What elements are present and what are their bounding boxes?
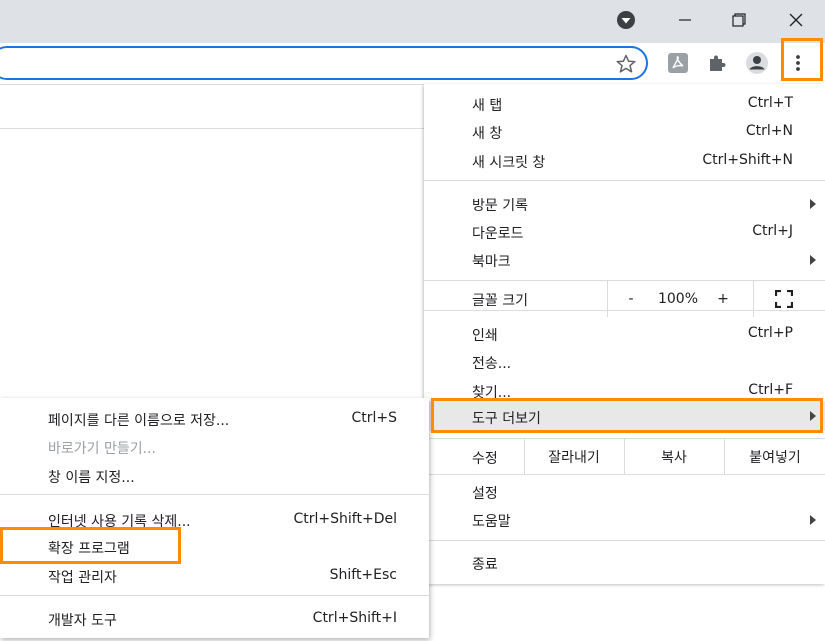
cut-button[interactable]: 잘라내기 (525, 439, 623, 475)
fullscreen-button[interactable] (764, 281, 804, 317)
address-bar[interactable] (0, 46, 648, 80)
menu-item-label: 북마크 (472, 254, 511, 270)
minimize-icon (679, 19, 691, 21)
highlight-more-tools (431, 398, 823, 433)
fullscreen-icon (775, 290, 793, 308)
menu-history[interactable]: 방문 기록 (424, 190, 825, 218)
menu-item-shortcut: Ctrl+F (748, 382, 793, 398)
menu-item-shortcut: Ctrl+P (747, 325, 793, 341)
menu-item-label: 바로가기 만들기... (48, 441, 156, 457)
menu-downloads[interactable]: 다운로드 Ctrl+J (424, 218, 825, 246)
menu-item-label: 인쇄 (472, 328, 498, 344)
menu-edit-row: 수정 잘라내기 복사 붙여넣기 (424, 439, 825, 475)
restore-button[interactable] (710, 0, 768, 40)
menu-column-divider (753, 281, 754, 317)
title-bar (0, 0, 825, 43)
menu-separator (0, 494, 429, 495)
submenu-create-shortcut: 바로가기 만들기... (0, 433, 429, 461)
menu-item-shortcut: Ctrl+Shift+Del (293, 511, 397, 527)
menu-item-label: 새 창 (472, 126, 503, 142)
menu-separator (424, 540, 825, 541)
submenu-save-page[interactable]: 페이지를 다른 이름으로 저장... Ctrl+S (0, 405, 429, 433)
copy-button[interactable]: 복사 (625, 439, 723, 475)
minimize-button[interactable] (656, 0, 714, 40)
submenu-task-manager[interactable]: 작업 관리자 Shift+Esc (0, 562, 429, 590)
menu-item-label: 설정 (472, 486, 498, 502)
submenu-arrow-icon (810, 255, 816, 265)
menu-item-label: 새 탭 (472, 98, 503, 114)
chrome-main-menu: 새 탭 Ctrl+T 새 창 Ctrl+N 새 시크릿 창 Ctrl+Shift+N … (424, 84, 825, 584)
edit-label: 수정 (472, 451, 498, 467)
menu-item-label: 도움말 (472, 514, 511, 530)
acrobat-extension-button[interactable] (666, 51, 690, 75)
highlight-extensions (0, 527, 181, 564)
menu-zoom-row: 글꼴 크기 - 100% + (424, 281, 825, 317)
menu-separator (424, 180, 825, 181)
submenu-arrow-icon (810, 515, 816, 525)
menu-item-label: 작업 관리자 (48, 570, 117, 586)
page-divider (0, 128, 425, 129)
menu-item-shortcut: Ctrl+J (752, 223, 793, 239)
highlight-menu-button (781, 38, 823, 81)
extensions-button[interactable] (705, 51, 729, 75)
restore-icon (732, 13, 746, 27)
zoom-level: 100% (657, 291, 699, 307)
menu-item-label: 개발자 도구 (48, 613, 117, 629)
menu-settings[interactable]: 설정 (424, 478, 825, 506)
menu-item-shortcut: Ctrl+S (351, 410, 397, 426)
menu-new-incognito[interactable]: 새 시크릿 창 Ctrl+Shift+N (424, 147, 825, 175)
menu-item-label: 종료 (472, 557, 498, 573)
menu-help[interactable]: 도움말 (424, 506, 825, 534)
menu-item-shortcut: Ctrl+N (745, 123, 793, 139)
menu-new-tab[interactable]: 새 탭 Ctrl+T (424, 90, 825, 118)
paste-button[interactable]: 붙여넣기 (725, 439, 825, 475)
more-tools-submenu: 페이지를 다른 이름으로 저장... Ctrl+S 바로가기 만들기... 창 이… (0, 398, 429, 638)
puzzle-icon (710, 55, 726, 71)
close-icon (789, 13, 803, 27)
zoom-label: 글꼴 크기 (472, 293, 528, 309)
menu-item-label: 방문 기록 (472, 198, 528, 214)
close-button[interactable] (767, 0, 825, 40)
menu-item-label: 페이지를 다른 이름으로 저장... (48, 413, 230, 429)
submenu-developer-tools[interactable]: 개발자 도구 Ctrl+Shift+I (0, 605, 429, 633)
submenu-name-window[interactable]: 창 이름 지정... (0, 462, 429, 490)
menu-separator (424, 310, 825, 311)
menu-item-label: 새 시크릿 창 (472, 155, 546, 171)
bookmark-star-icon[interactable] (616, 54, 636, 74)
browser-toolbar (0, 43, 825, 85)
menu-item-shortcut: Shift+Esc (329, 567, 397, 583)
menu-print[interactable]: 인쇄 Ctrl+P (424, 320, 825, 348)
menu-new-window[interactable]: 새 창 Ctrl+N (424, 118, 825, 146)
menu-separator (0, 595, 429, 596)
menu-item-label: 전송... (472, 356, 512, 372)
account-icon (746, 52, 768, 74)
zoom-in-button[interactable]: + (706, 281, 740, 317)
menu-cast[interactable]: 전송... (424, 348, 825, 376)
menu-exit[interactable]: 종료 (424, 549, 825, 577)
menu-item-shortcut: Ctrl+Shift+N (702, 152, 793, 168)
menu-item-label: 다운로드 (472, 226, 524, 242)
submenu-arrow-icon (810, 199, 816, 209)
menu-item-shortcut: Ctrl+T (747, 95, 793, 111)
menu-item-label: 창 이름 지정... (48, 470, 135, 486)
pdf-icon (668, 53, 688, 73)
menu-column-divider (607, 281, 608, 317)
menu-item-shortcut: Ctrl+Shift+I (312, 610, 397, 626)
menu-separator (424, 474, 825, 475)
zoom-out-button[interactable]: - (614, 281, 648, 317)
tab-search-icon (617, 11, 635, 29)
profile-button[interactable] (745, 51, 769, 75)
menu-bookmarks[interactable]: 북마크 (424, 246, 825, 274)
tab-search-button[interactable] (597, 0, 655, 40)
